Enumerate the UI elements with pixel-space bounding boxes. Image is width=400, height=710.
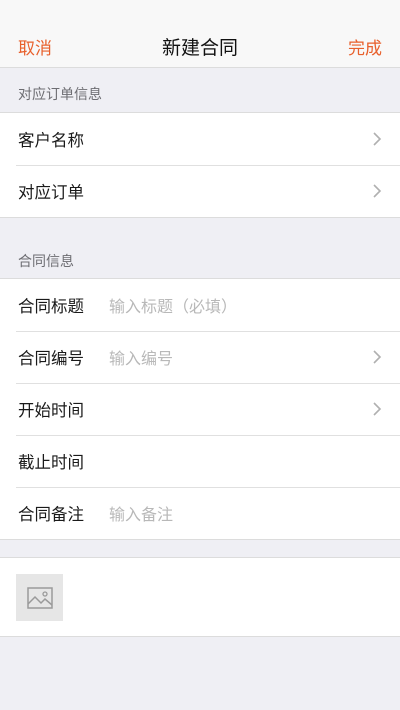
contract-number-row[interactable]: 合同编号 输入编号 xyxy=(0,331,400,383)
contract-section-header: 合同信息 xyxy=(18,254,74,270)
end-time-label: 截止时间 xyxy=(18,453,84,472)
related-order-label: 对应订单 xyxy=(18,183,84,202)
chevron-right-icon xyxy=(373,132,382,146)
page-title: 新建合同 xyxy=(161,37,238,59)
customer-name-row[interactable]: 客户名称 xyxy=(0,113,400,165)
contract-title-row[interactable]: 合同标题 输入标题（必填） xyxy=(0,279,400,331)
contract-title-input[interactable]: 输入标题（必填） xyxy=(109,293,237,317)
add-image-button[interactable] xyxy=(16,574,63,621)
order-section-header: 对应订单信息 xyxy=(18,87,102,103)
contract-remark-row[interactable]: 合同备注 输入备注 xyxy=(0,487,400,539)
related-order-row[interactable]: 对应订单 xyxy=(0,165,400,217)
order-info-group: 客户名称 对应订单 xyxy=(0,112,400,218)
start-time-label: 开始时间 xyxy=(18,401,84,420)
contract-info-group: 合同标题 输入标题（必填） 合同编号 输入编号 开始时间 截止时间 合同备注 输… xyxy=(0,278,400,540)
contract-remark-input[interactable]: 输入备注 xyxy=(109,501,173,525)
customer-name-label: 客户名称 xyxy=(18,131,84,150)
image-placeholder-icon xyxy=(26,586,53,609)
contract-remark-label: 合同备注 xyxy=(18,505,84,524)
attachment-group xyxy=(0,557,400,637)
done-button[interactable]: 完成 xyxy=(348,34,382,59)
chevron-right-icon xyxy=(373,350,382,364)
contract-title-label: 合同标题 xyxy=(18,297,84,316)
chevron-right-icon xyxy=(373,402,382,416)
navigation-bar: 取消 新建合同 完成 xyxy=(0,0,400,68)
contract-number-label: 合同编号 xyxy=(18,349,84,368)
chevron-right-icon xyxy=(373,184,382,198)
start-time-row[interactable]: 开始时间 xyxy=(0,383,400,435)
contract-number-input[interactable]: 输入编号 xyxy=(109,345,173,369)
end-time-row[interactable]: 截止时间 xyxy=(0,435,400,487)
